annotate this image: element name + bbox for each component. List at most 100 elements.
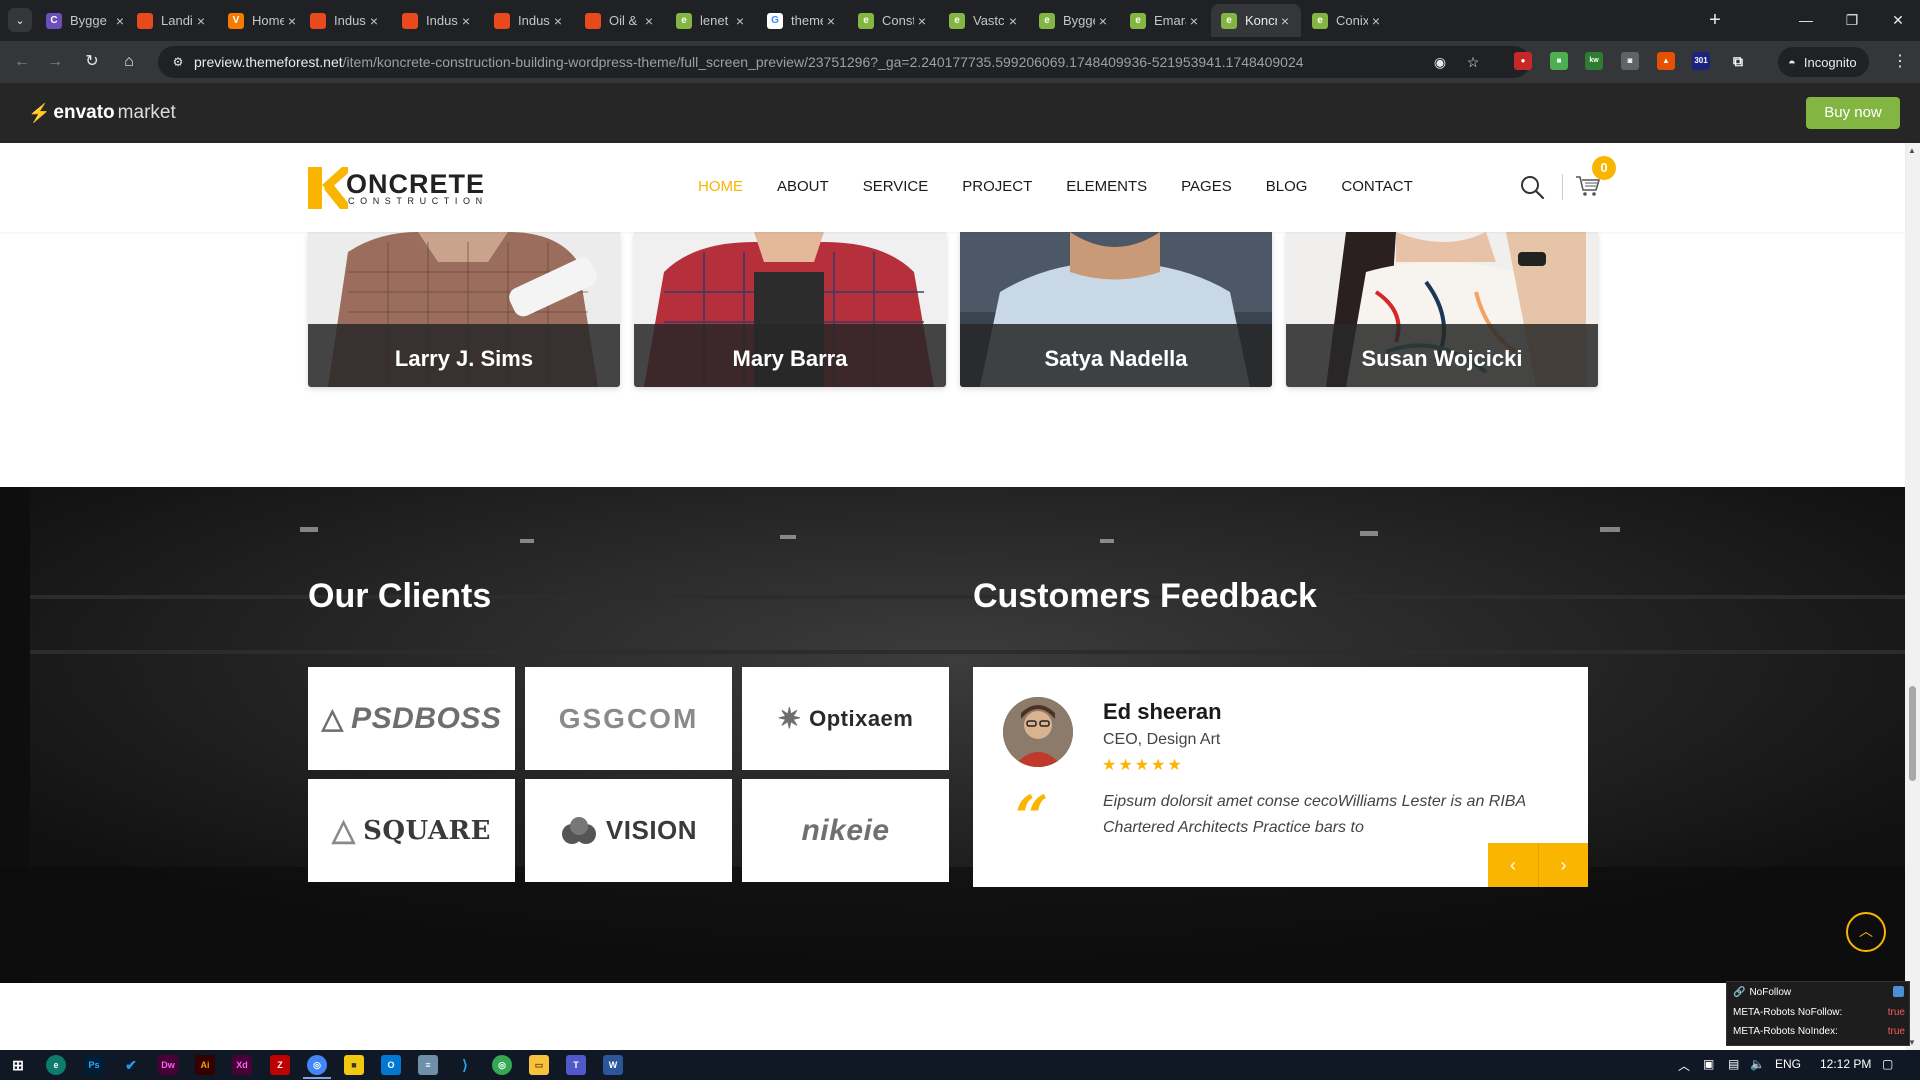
browser-tab[interactable]: C Bygge ×: [36, 4, 136, 37]
browser-tab-active[interactable]: e Koncre ×: [1211, 4, 1301, 37]
reload-icon[interactable]: ↻: [80, 50, 104, 74]
tab-close-icon[interactable]: ×: [1277, 13, 1293, 29]
teams-icon[interactable]: T: [566, 1055, 586, 1075]
eye-off-icon[interactable]: ◉: [1431, 53, 1449, 71]
search-icon[interactable]: [1519, 174, 1545, 200]
scroll-up-icon[interactable]: ▲: [1908, 146, 1916, 155]
browser-menu-icon[interactable]: ⋮: [1888, 50, 1912, 74]
illustrator-icon[interactable]: Ai: [195, 1055, 215, 1075]
page-scrollbar[interactable]: ▲ ▼: [1905, 143, 1920, 1050]
redirect-extension-icon[interactable]: 301: [1692, 52, 1710, 70]
notifications-icon[interactable]: ▢: [1882, 1057, 1893, 1071]
tab-close-icon[interactable]: ×: [193, 13, 209, 29]
restore-icon[interactable]: ❐: [1832, 8, 1872, 32]
bookmark-star-icon[interactable]: ☆: [1464, 53, 1482, 71]
browser-tab[interactable]: Landin ×: [127, 4, 217, 37]
tab-close-icon[interactable]: ×: [1368, 13, 1384, 29]
team-card[interactable]: Susan Wojcicki: [1286, 232, 1598, 387]
panel-close-icon[interactable]: [1893, 986, 1904, 997]
tab-close-icon[interactable]: ×: [1095, 13, 1111, 29]
chrome-alt-icon[interactable]: ◎: [492, 1055, 512, 1075]
photoshop-icon[interactable]: Ps: [84, 1055, 104, 1075]
new-tab-button[interactable]: +: [1703, 8, 1727, 32]
scrollbar-thumb[interactable]: [1909, 686, 1916, 781]
tab-close-icon[interactable]: ×: [458, 13, 474, 29]
browser-tab[interactable]: e Bygge ×: [1029, 4, 1119, 37]
close-window-icon[interactable]: ✕: [1878, 8, 1918, 32]
forward-icon[interactable]: →: [43, 50, 67, 74]
notepad-icon[interactable]: ≡: [418, 1055, 438, 1075]
nav-contact[interactable]: CONTACT: [1341, 178, 1412, 195]
client-logo-gsgcom[interactable]: GSGCOM: [525, 667, 732, 770]
browser-tab[interactable]: G themef ×: [757, 4, 847, 37]
clock[interactable]: 12:12 PM: [1820, 1057, 1871, 1071]
language-indicator[interactable]: ENG: [1775, 1057, 1801, 1071]
word-icon[interactable]: W: [603, 1055, 623, 1075]
client-logo-psdboss[interactable]: △ PSDBOSS: [308, 667, 515, 770]
url-text[interactable]: preview.themeforest.net/item/koncrete-co…: [194, 54, 1304, 70]
nav-elements[interactable]: ELEMENTS: [1066, 178, 1147, 195]
extension-icon[interactable]: ●: [1514, 52, 1532, 70]
tab-close-icon[interactable]: ×: [550, 13, 566, 29]
back-icon[interactable]: ←: [10, 50, 34, 74]
slider-prev-button[interactable]: ‹: [1488, 843, 1538, 887]
tab-close-icon[interactable]: ×: [641, 13, 657, 29]
nav-about[interactable]: ABOUT: [777, 178, 829, 195]
nav-blog[interactable]: BLOG: [1266, 178, 1308, 195]
koncrete-logo[interactable]: ONCRETE CONSTRUCTION: [308, 167, 488, 209]
browser-tab[interactable]: e Emarat ×: [1120, 4, 1210, 37]
browser-tab[interactable]: e lenet - ×: [666, 4, 756, 37]
tab-close-icon[interactable]: ×: [1186, 13, 1202, 29]
team-card[interactable]: Satya Nadella: [960, 232, 1272, 387]
extension-icon[interactable]: ▲: [1657, 52, 1675, 70]
browser-tab[interactable]: Industr ×: [300, 4, 390, 37]
client-logo-vision[interactable]: VISION: [525, 779, 732, 882]
outlook-icon[interactable]: O: [381, 1055, 401, 1075]
client-logo-nikeie[interactable]: nikeie: [742, 779, 949, 882]
browser-tab[interactable]: V Home ×: [218, 4, 308, 37]
team-card[interactable]: Larry J. Sims: [308, 232, 620, 387]
filezilla-icon[interactable]: Z: [270, 1055, 290, 1075]
browser-tab[interactable]: Industr ×: [484, 4, 574, 37]
sticky-notes-icon[interactable]: ■: [344, 1055, 364, 1075]
browser-tab[interactable]: Oil & G ×: [575, 4, 665, 37]
address-bar[interactable]: ⚙ preview.themeforest.net/item/koncrete-…: [158, 46, 1530, 78]
envato-market-logo[interactable]: ⚡ envato market: [28, 102, 176, 124]
minimize-icon[interactable]: —: [1786, 8, 1826, 32]
extension-icon[interactable]: kw: [1585, 52, 1603, 70]
windows-start-icon[interactable]: ⊞: [8, 1055, 28, 1075]
todo-icon[interactable]: ✔: [121, 1055, 141, 1075]
slider-next-button[interactable]: ›: [1538, 843, 1588, 887]
tab-close-icon[interactable]: ×: [823, 13, 839, 29]
tray-app-icon[interactable]: ▣: [1703, 1057, 1714, 1071]
team-card[interactable]: Mary Barra: [634, 232, 946, 387]
home-icon[interactable]: ⌂: [117, 50, 141, 74]
vscode-icon[interactable]: ⟩: [455, 1055, 475, 1075]
tab-close-icon[interactable]: ×: [284, 13, 300, 29]
tab-close-icon[interactable]: ×: [914, 13, 930, 29]
browser-tab[interactable]: e Conix - ×: [1302, 4, 1392, 37]
tab-close-icon[interactable]: ×: [1005, 13, 1021, 29]
tab-close-icon[interactable]: ×: [112, 13, 128, 29]
nav-home[interactable]: HOME: [698, 178, 743, 195]
xd-icon[interactable]: Xd: [232, 1055, 252, 1075]
tray-overflow-icon[interactable]: ︿: [1678, 1057, 1690, 1074]
extensions-puzzle-icon[interactable]: ⧉: [1729, 52, 1747, 70]
client-logo-square[interactable]: △ SQUARE: [308, 779, 515, 882]
nav-service[interactable]: SERVICE: [863, 178, 929, 195]
network-icon[interactable]: ▤: [1728, 1057, 1739, 1071]
incognito-indicator[interactable]: ◓ Incognito: [1778, 47, 1869, 77]
buy-now-button[interactable]: Buy now: [1806, 97, 1900, 129]
nav-pages[interactable]: PAGES: [1181, 178, 1232, 195]
extension-icon[interactable]: ■: [1550, 52, 1568, 70]
file-explorer-icon[interactable]: ▭: [529, 1055, 549, 1075]
camera-extension-icon[interactable]: ◙: [1621, 52, 1639, 70]
dreamweaver-icon[interactable]: Dw: [158, 1055, 178, 1075]
browser-tab[interactable]: e Vastcor ×: [939, 4, 1029, 37]
back-to-top-button[interactable]: ︿: [1846, 912, 1886, 952]
edge-icon[interactable]: e: [46, 1055, 66, 1075]
volume-icon[interactable]: 🔈: [1750, 1057, 1765, 1071]
chrome-icon[interactable]: ◎: [307, 1055, 327, 1075]
site-info-icon[interactable]: ⚙: [170, 54, 186, 70]
client-logo-optixaem[interactable]: ✷ Optixaem: [742, 667, 949, 770]
